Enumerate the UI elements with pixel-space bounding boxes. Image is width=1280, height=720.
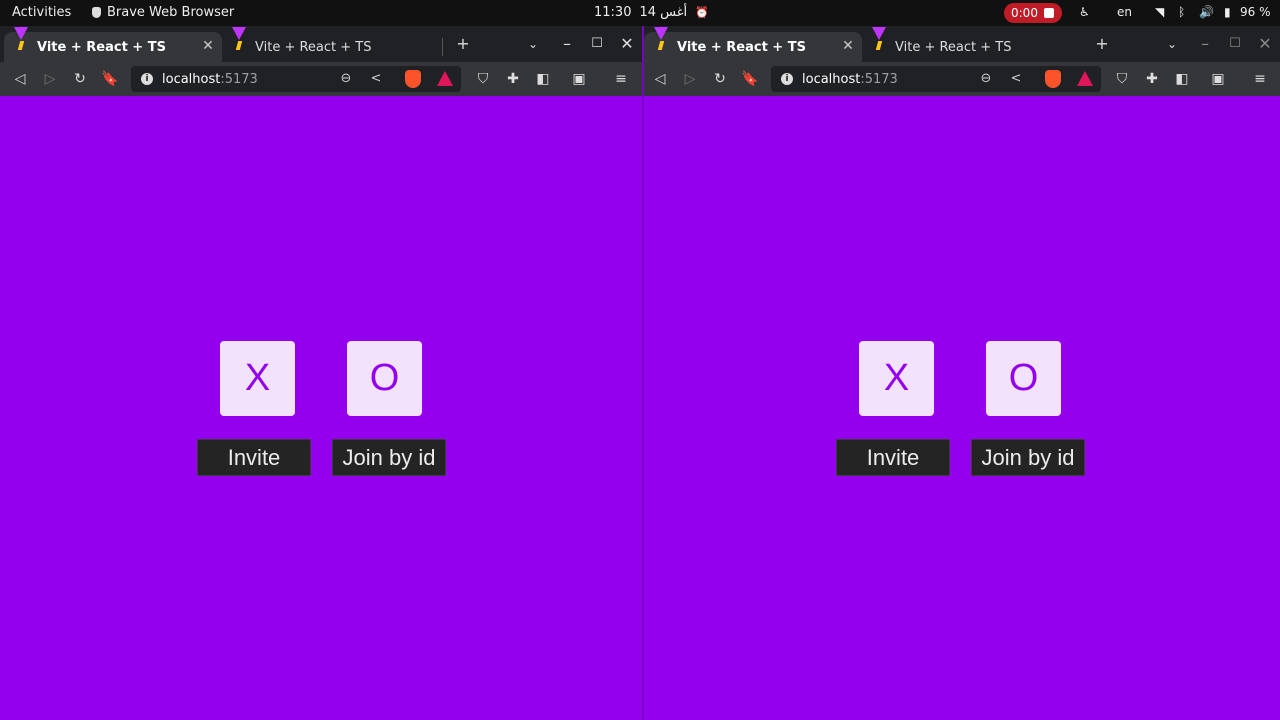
vite-favicon-icon	[872, 27, 886, 55]
page-content: X O Invite Join by id	[0, 96, 642, 720]
bluetooth-icon[interactable]: ᛒ	[1178, 5, 1185, 19]
tab-search-chevron-down-icon[interactable]: ⌄	[1161, 33, 1183, 55]
new-tab-plus-icon[interactable]: +	[1091, 33, 1113, 55]
wallet-icon[interactable]: ▣	[567, 67, 591, 91]
invite-button[interactable]: Invite	[197, 439, 311, 476]
alarm-icon: ⏰	[695, 6, 709, 19]
brave-rewards-icon[interactable]	[437, 71, 453, 86]
clock[interactable]: 11:30 14 أغس ⏰	[594, 5, 709, 20]
window-minimize-icon[interactable]: –	[1194, 33, 1216, 55]
tab-title: Vite + React + TS	[677, 39, 806, 55]
page-content: X O Invite Join by id	[644, 96, 1280, 720]
browser-toolbar: ◁ ▷ ↻ 🔖 i localhost:5173 ⊖ < ⛉ ✚ ◧ ▣ ≡	[644, 62, 1280, 96]
browser-toolbar: ◁ ▷ ↻ 🔖 i localhost:5173 ⊖ < ⛉ ✚ ◧ ▣ ≡	[0, 62, 642, 96]
tab-strip: Vite + React + TS ✕ Vite + React + TS + …	[644, 26, 1280, 62]
bookmark-icon[interactable]: 🔖	[738, 67, 762, 91]
zoom-icon[interactable]: ⊖	[337, 70, 355, 88]
vite-favicon-icon	[232, 27, 246, 55]
player-x-tile[interactable]: X	[220, 341, 295, 416]
join-by-id-button[interactable]: Join by id	[971, 439, 1085, 476]
brave-lion-icon	[92, 7, 101, 18]
battery-percentage: 96 %	[1240, 5, 1271, 19]
tab-active[interactable]: Vite + React + TS ✕	[4, 27, 222, 62]
accessibility-icon[interactable]: ♿	[1079, 5, 1090, 19]
tab-strip: Vite + React + TS ✕ Vite + React + TS + …	[0, 26, 642, 62]
clock-date: 14 أغس	[639, 5, 688, 20]
stop-icon	[1043, 8, 1054, 18]
share-icon[interactable]: <	[367, 70, 385, 88]
app-name-label: Brave Web Browser	[107, 5, 235, 20]
join-by-id-button[interactable]: Join by id	[332, 439, 446, 476]
url-host: localhost	[802, 71, 861, 87]
tab-active[interactable]: Vite + React + TS ✕	[644, 27, 862, 62]
reload-icon[interactable]: ↻	[68, 67, 92, 91]
battery-icon[interactable]: ▮	[1224, 5, 1231, 19]
zoom-icon[interactable]: ⊖	[977, 70, 995, 88]
url-port: :5173	[860, 71, 898, 87]
tab-inactive[interactable]: Vite + React + TS	[862, 27, 1082, 62]
player-x-tile[interactable]: X	[859, 341, 934, 416]
brave-shields-icon[interactable]	[1045, 70, 1061, 88]
menu-hamburger-icon[interactable]: ≡	[1248, 67, 1272, 91]
volume-icon[interactable]: 🔊	[1199, 5, 1214, 19]
clock-time: 11:30	[594, 5, 632, 20]
forward-arrow-icon[interactable]: ▷	[678, 67, 702, 91]
address-bar[interactable]: i localhost:5173 ⊖ <	[131, 66, 461, 92]
tab-search-chevron-down-icon[interactable]: ⌄	[522, 33, 544, 55]
extensions-puzzle-icon[interactable]: ✚	[1140, 67, 1164, 91]
vpn-shield-icon[interactable]: ⛉	[471, 67, 495, 91]
wifi-icon[interactable]: ◥	[1155, 5, 1164, 19]
tab-inactive[interactable]: Vite + React + TS	[222, 27, 442, 62]
window-maximize-icon[interactable]: ☐	[586, 33, 608, 55]
tab-separator	[442, 38, 443, 56]
back-arrow-icon[interactable]: ◁	[648, 67, 672, 91]
share-icon[interactable]: <	[1007, 70, 1025, 88]
site-info-icon[interactable]: i	[781, 73, 793, 85]
browser-window-right: Vite + React + TS ✕ Vite + React + TS + …	[644, 26, 1280, 720]
bookmark-icon[interactable]: 🔖	[98, 67, 122, 91]
activities-button[interactable]: Activities	[12, 5, 71, 20]
window-minimize-icon[interactable]: –	[556, 33, 578, 55]
screen-recording-indicator[interactable]: 0:00	[1004, 3, 1062, 23]
forward-arrow-icon[interactable]: ▷	[38, 67, 62, 91]
new-tab-plus-icon[interactable]: +	[452, 33, 474, 55]
url-host: localhost	[162, 71, 221, 87]
menu-hamburger-icon[interactable]: ≡	[609, 67, 633, 91]
url-port: :5173	[220, 71, 258, 87]
tab-close-icon[interactable]: ✕	[200, 38, 216, 54]
tab-title: Vite + React + TS	[37, 39, 166, 55]
brave-rewards-icon[interactable]	[1077, 71, 1093, 86]
player-o-tile[interactable]: O	[986, 341, 1061, 416]
sidebar-toggle-icon[interactable]: ◧	[1170, 67, 1194, 91]
extensions-puzzle-icon[interactable]: ✚	[501, 67, 525, 91]
back-arrow-icon[interactable]: ◁	[8, 67, 32, 91]
vite-favicon-icon	[14, 27, 28, 55]
address-bar[interactable]: i localhost:5173 ⊖ <	[771, 66, 1101, 92]
wallet-icon[interactable]: ▣	[1206, 67, 1230, 91]
recording-time: 0:00	[1011, 6, 1038, 20]
system-top-bar: Activities Brave Web Browser 11:30 14 أغ…	[0, 0, 1280, 26]
vite-favicon-icon	[654, 27, 668, 55]
player-o-tile[interactable]: O	[347, 341, 422, 416]
vpn-shield-icon[interactable]: ⛉	[1110, 67, 1134, 91]
site-info-icon[interactable]: i	[141, 73, 153, 85]
window-close-icon[interactable]: ✕	[1254, 33, 1276, 55]
window-close-icon[interactable]: ✕	[616, 33, 638, 55]
tab-title: Vite + React + TS	[895, 39, 1012, 55]
brave-shields-icon[interactable]	[405, 70, 421, 88]
sidebar-toggle-icon[interactable]: ◧	[531, 67, 555, 91]
window-maximize-icon[interactable]: ☐	[1224, 33, 1246, 55]
browser-window-left: Vite + React + TS ✕ Vite + React + TS + …	[0, 26, 642, 720]
app-menu[interactable]: Brave Web Browser	[92, 5, 234, 20]
keyboard-layout-indicator[interactable]: en	[1117, 5, 1132, 19]
invite-button[interactable]: Invite	[836, 439, 950, 476]
tab-title: Vite + React + TS	[255, 39, 372, 55]
reload-icon[interactable]: ↻	[708, 67, 732, 91]
tab-close-icon[interactable]: ✕	[840, 38, 856, 54]
